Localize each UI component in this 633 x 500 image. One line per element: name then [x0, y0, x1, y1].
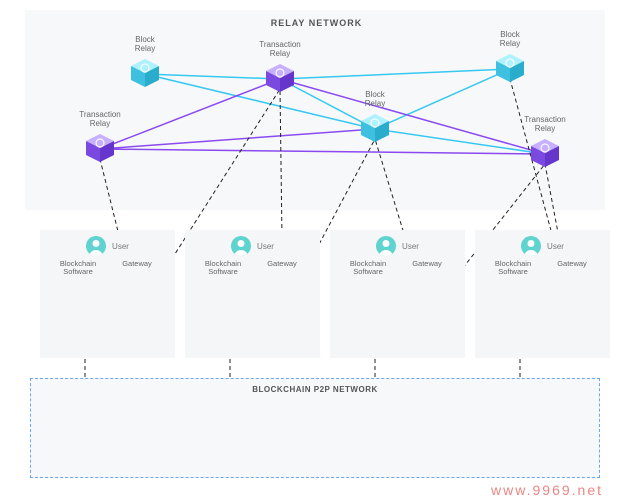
p2p-network-title: BLOCKCHAIN P2P NETWORK — [252, 385, 378, 394]
user-label: User — [112, 242, 129, 251]
user-label: User — [547, 242, 564, 251]
blockchain-software-label: BlockchainSoftware — [342, 260, 394, 277]
p2p-network-box: BLOCKCHAIN P2P NETWORK — [30, 378, 600, 478]
relay-node-label: BlockRelay — [500, 31, 520, 49]
blockchain-software-label: BlockchainSoftware — [197, 260, 249, 277]
user-card: User BlockchainSoftware Gateway — [475, 230, 610, 358]
relay-network-title: RELAY NETWORK — [271, 18, 363, 28]
user-card: User BlockchainSoftware Gateway — [330, 230, 465, 358]
diagram-stage: RELAY NETWORK BlockRelay TransactionRelay… — [0, 0, 633, 500]
user-avatar-icon — [86, 236, 106, 256]
user-card: User BlockchainSoftware Gateway — [185, 230, 320, 358]
gateway-label: Gateway — [401, 260, 453, 277]
user-card: User BlockchainSoftware Gateway — [40, 230, 175, 358]
user-avatar-icon — [521, 236, 541, 256]
gateway-label: Gateway — [546, 260, 598, 277]
relay-node-label: TransactionRelay — [524, 116, 566, 134]
relay-node-label: BlockRelay — [365, 91, 385, 109]
relay-node-label: BlockRelay — [135, 36, 155, 54]
relay-node-label: TransactionRelay — [259, 41, 301, 59]
user-avatar-icon — [231, 236, 251, 256]
user-label: User — [402, 242, 419, 251]
user-avatar-icon — [376, 236, 396, 256]
watermark: www.9969.net — [491, 482, 603, 498]
blockchain-software-label: BlockchainSoftware — [487, 260, 539, 277]
relay-node-label: TransactionRelay — [79, 111, 121, 129]
gateway-label: Gateway — [256, 260, 308, 277]
blockchain-software-label: BlockchainSoftware — [52, 260, 104, 277]
user-label: User — [257, 242, 274, 251]
gateway-label: Gateway — [111, 260, 163, 277]
